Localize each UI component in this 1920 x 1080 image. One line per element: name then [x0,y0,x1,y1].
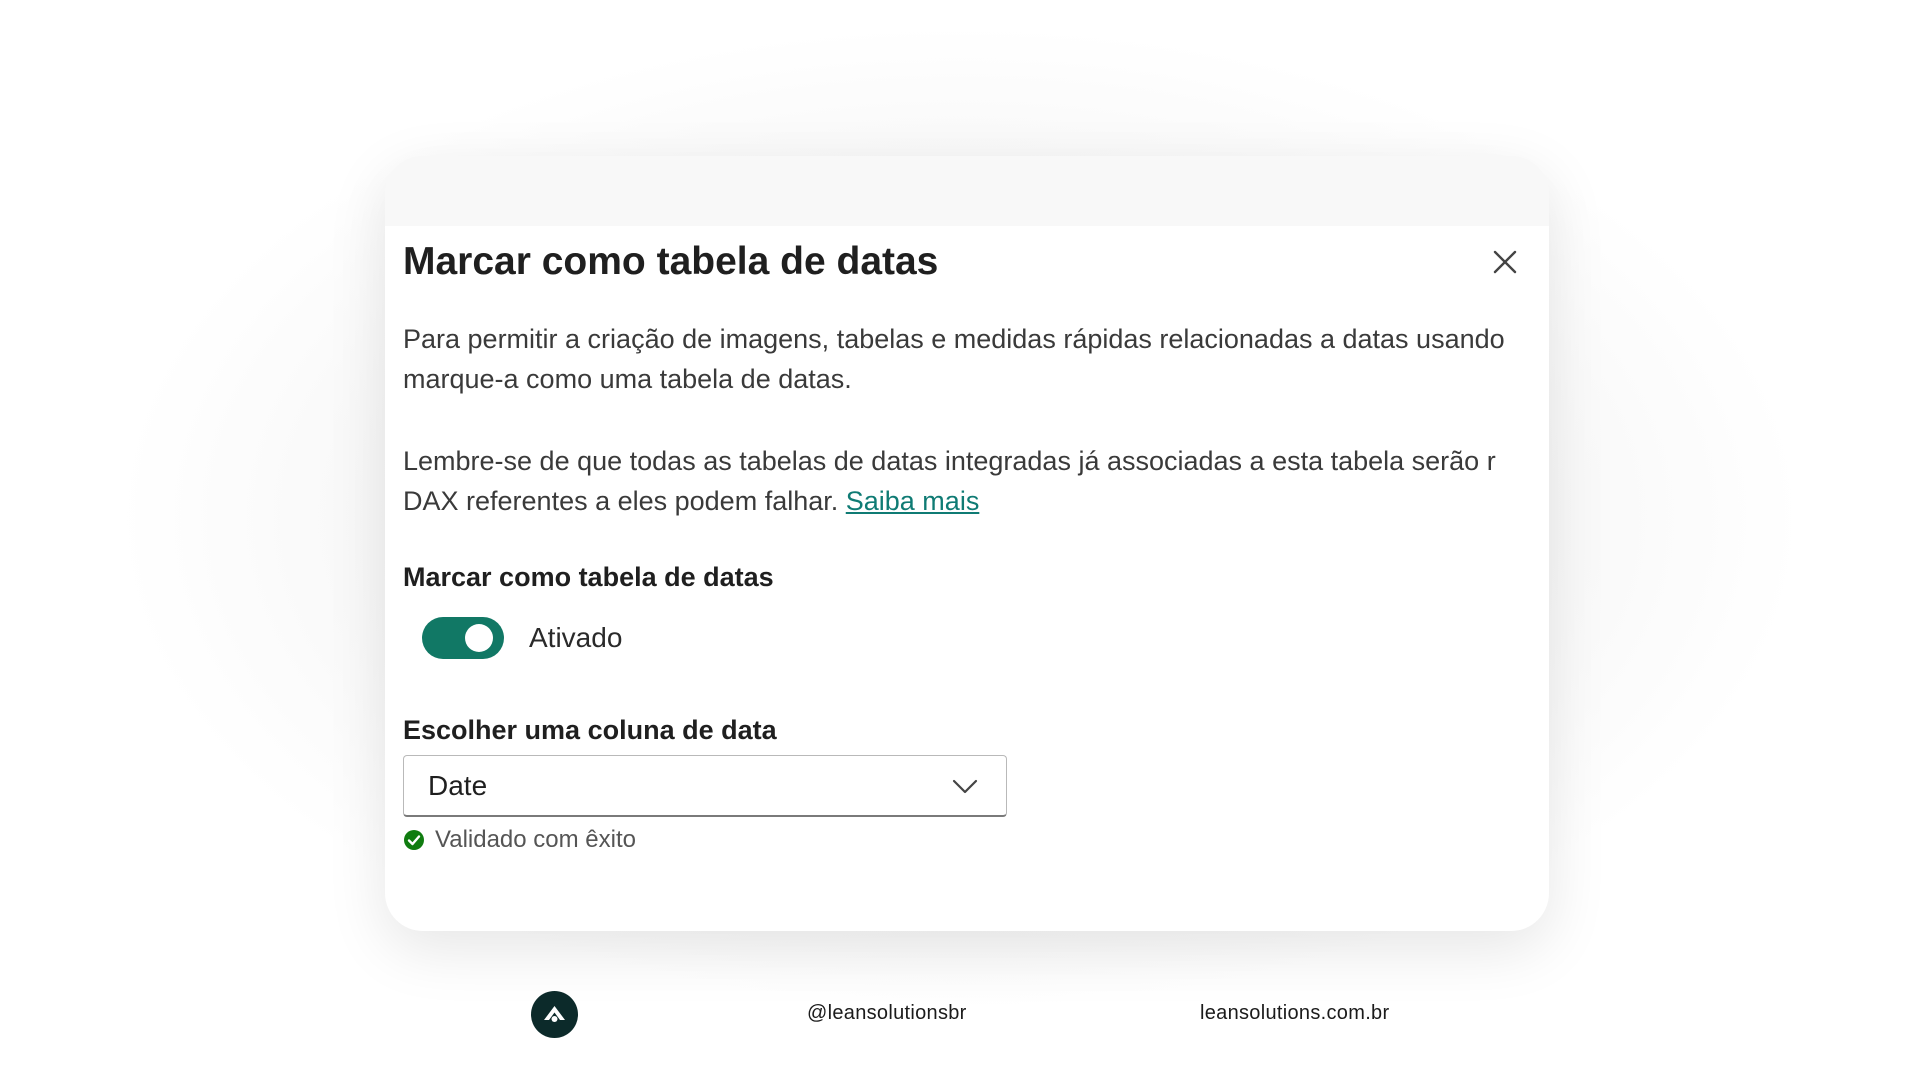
learn-more-link[interactable]: Saiba mais [846,486,980,516]
footer-social-handle: @leansolutionsbr [807,1002,967,1024]
warning-line-2: DAX referentes a eles podem falhar. Saib… [403,481,1528,521]
toggle-knob [465,624,493,652]
page-background: Marcar como tabela de datas Para permiti… [0,0,1920,1080]
dialog-clip-region: Marcar como tabela de datas Para permiti… [403,226,1528,931]
dropdown-selected-value: Date [428,770,488,801]
description-paragraph: Para permitir a criação de imagens, tabe… [403,319,1528,399]
warning-line-1: Lembre-se de que todas as tabelas de dat… [403,446,1496,476]
dialog-card: Marcar como tabela de datas Para permiti… [385,156,1549,931]
close-button[interactable] [1483,240,1527,284]
close-icon [1493,250,1517,274]
warning-line-2-text: DAX referentes a eles podem falhar. [403,486,846,516]
toggle-section-label: Marcar como tabela de datas [403,562,774,592]
dialog-title: Marcar como tabela de datas [403,240,939,283]
toggle-state-label: Ativado [529,622,623,653]
description-line-1: Para permitir a criação de imagens, tabe… [403,324,1505,354]
chevron-down-icon [952,779,978,794]
description-line-2: marque-a como uma tabela de datas. [403,364,852,394]
mark-date-table-dialog: Marcar como tabela de datas Para permiti… [385,226,1549,931]
dialog-content: Marcar como tabela de datas Para permiti… [403,226,1533,931]
warning-paragraph: Lembre-se de que todas as tabelas de dat… [403,441,1528,521]
brand-logo-icon [531,991,578,1038]
date-column-dropdown[interactable]: Date [403,755,1007,817]
validation-status: Validado com êxito [403,824,636,856]
column-section-label: Escolher uma coluna de data [403,715,777,745]
checkmark-circle-icon [404,830,424,850]
mark-date-table-toggle[interactable] [422,617,504,659]
validation-text: Validado com êxito [435,826,636,853]
footer-website: leansolutions.com.br [1200,1002,1390,1024]
